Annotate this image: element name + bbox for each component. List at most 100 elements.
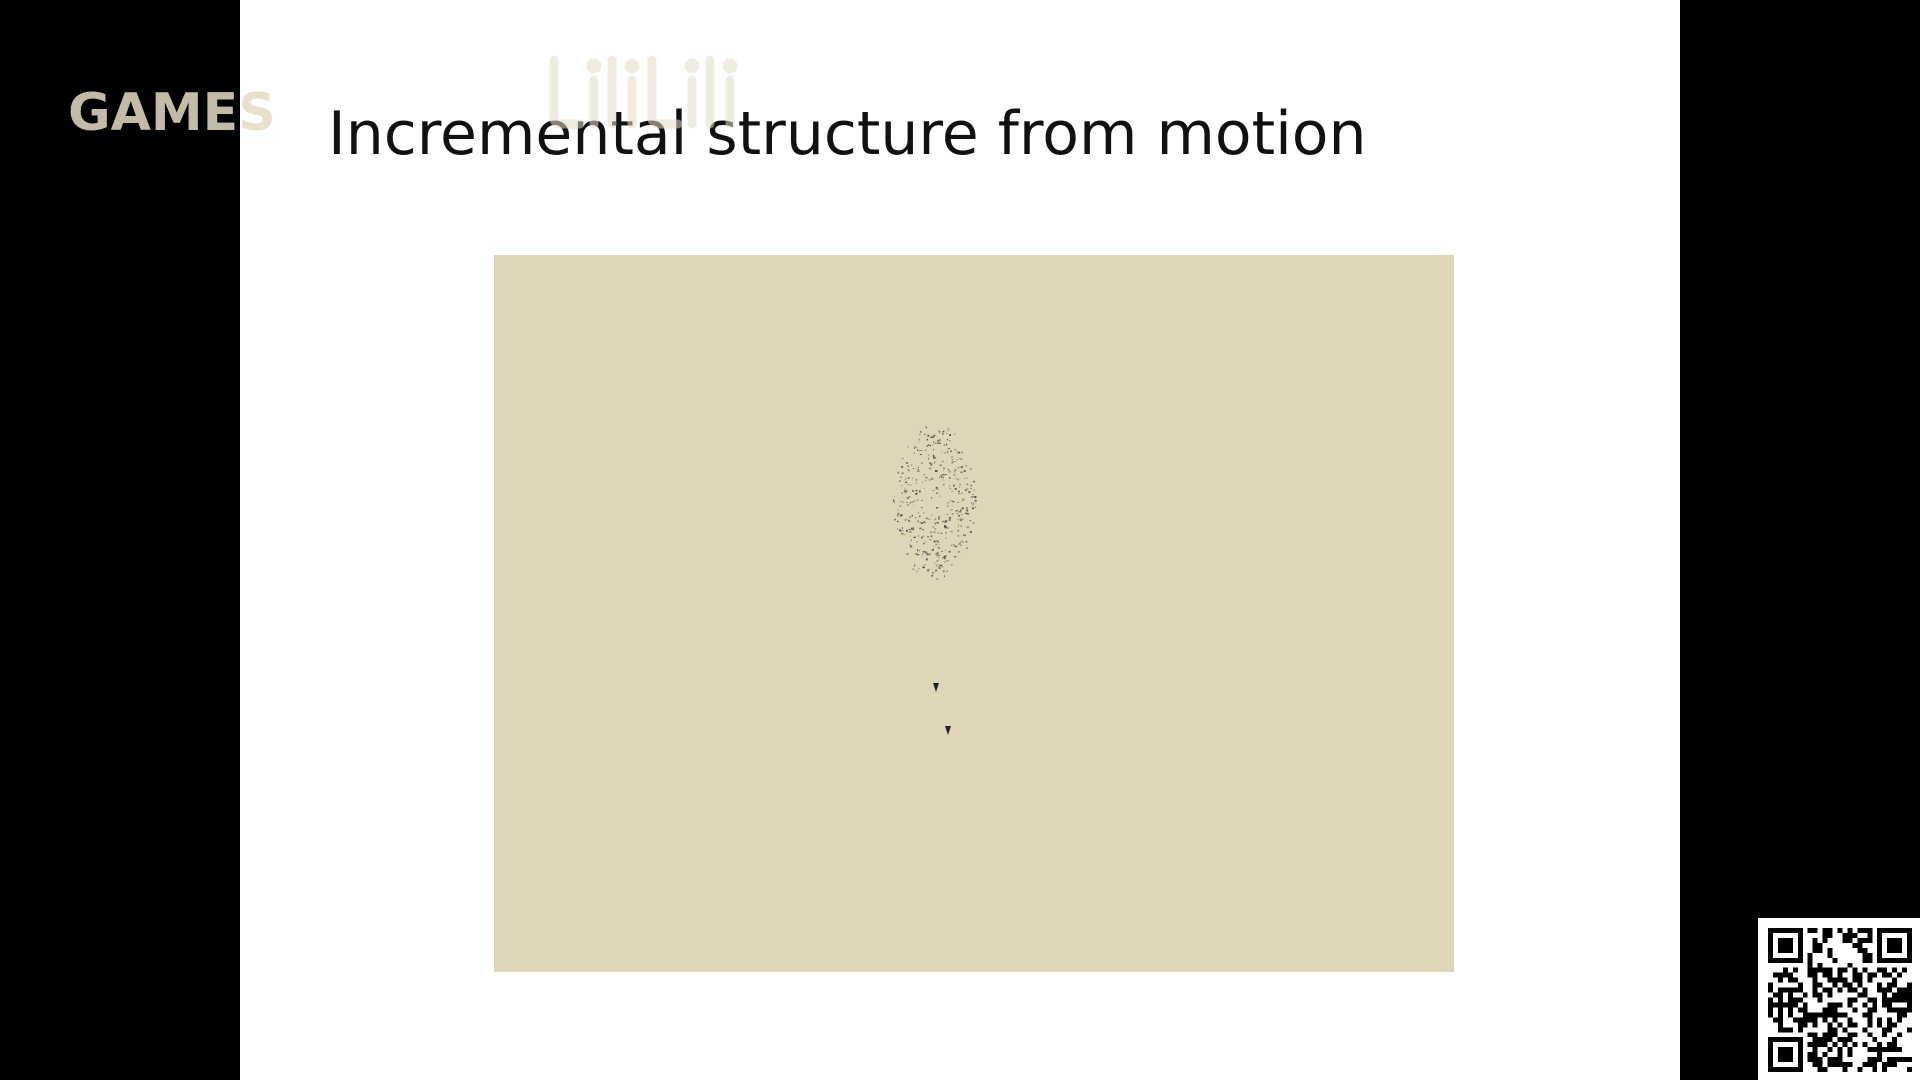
point <box>957 451 958 453</box>
point <box>958 524 960 527</box>
point <box>915 479 917 481</box>
point <box>945 531 947 533</box>
point <box>953 544 955 546</box>
point <box>942 432 944 435</box>
point <box>917 554 920 556</box>
point <box>973 489 975 491</box>
point <box>937 489 939 490</box>
point <box>934 461 936 464</box>
point <box>924 479 927 481</box>
point <box>958 487 960 488</box>
point <box>919 490 921 493</box>
point <box>959 483 961 486</box>
point <box>950 499 952 502</box>
point <box>934 518 937 521</box>
point <box>901 492 903 494</box>
point <box>925 426 927 429</box>
point <box>951 500 953 503</box>
point <box>941 460 944 463</box>
point <box>914 445 916 448</box>
point <box>972 480 976 483</box>
point <box>956 513 959 515</box>
point <box>901 533 903 535</box>
point <box>900 476 902 478</box>
point <box>917 466 919 469</box>
point <box>946 505 949 507</box>
point <box>933 456 936 459</box>
point <box>949 488 951 490</box>
point <box>907 520 911 522</box>
point <box>962 498 965 501</box>
point <box>950 509 953 511</box>
point <box>966 526 968 528</box>
point <box>927 568 930 571</box>
point <box>910 502 911 504</box>
point <box>973 502 975 505</box>
point <box>949 440 951 442</box>
point <box>938 554 941 556</box>
point <box>938 516 941 518</box>
point <box>908 529 911 531</box>
point <box>917 442 919 443</box>
point <box>904 487 906 489</box>
point <box>951 456 953 458</box>
point <box>961 507 964 510</box>
point <box>971 502 973 504</box>
point <box>965 465 968 467</box>
point <box>949 434 951 436</box>
point <box>942 520 945 523</box>
point <box>920 507 923 509</box>
point <box>901 466 904 468</box>
camera-marker-icon <box>945 726 951 735</box>
point <box>958 543 960 545</box>
point <box>905 481 907 484</box>
point <box>938 517 940 520</box>
point <box>948 550 951 553</box>
slide-title: Incremental structure from motion <box>328 99 1367 169</box>
point <box>954 545 957 548</box>
point <box>917 520 919 523</box>
point <box>966 477 968 479</box>
point <box>943 483 945 486</box>
point <box>972 493 974 495</box>
point <box>953 501 955 503</box>
point <box>935 442 937 444</box>
point <box>922 535 925 537</box>
point <box>974 506 977 508</box>
point <box>916 570 918 573</box>
point <box>904 490 907 493</box>
point-cloud-figure <box>494 255 1454 972</box>
point <box>937 532 939 534</box>
point <box>931 514 933 516</box>
point <box>919 515 921 518</box>
point <box>944 520 948 522</box>
point <box>954 433 956 435</box>
point <box>947 560 949 562</box>
point <box>915 482 917 484</box>
point <box>936 552 939 555</box>
point <box>945 537 947 539</box>
point <box>900 501 902 503</box>
point <box>960 509 962 511</box>
point <box>939 439 941 441</box>
point <box>943 470 944 471</box>
point <box>945 560 948 562</box>
point <box>925 476 928 479</box>
point <box>907 504 910 507</box>
point <box>971 504 974 506</box>
point <box>946 443 948 446</box>
point <box>938 557 940 559</box>
point <box>947 502 950 504</box>
point <box>951 513 953 515</box>
point <box>964 489 967 492</box>
point <box>943 556 946 558</box>
point <box>902 458 904 460</box>
point <box>925 517 928 520</box>
point <box>893 500 896 503</box>
point <box>969 531 972 533</box>
point <box>970 484 972 487</box>
point <box>932 526 934 528</box>
point <box>932 436 935 438</box>
point <box>951 544 953 546</box>
point <box>958 514 961 517</box>
